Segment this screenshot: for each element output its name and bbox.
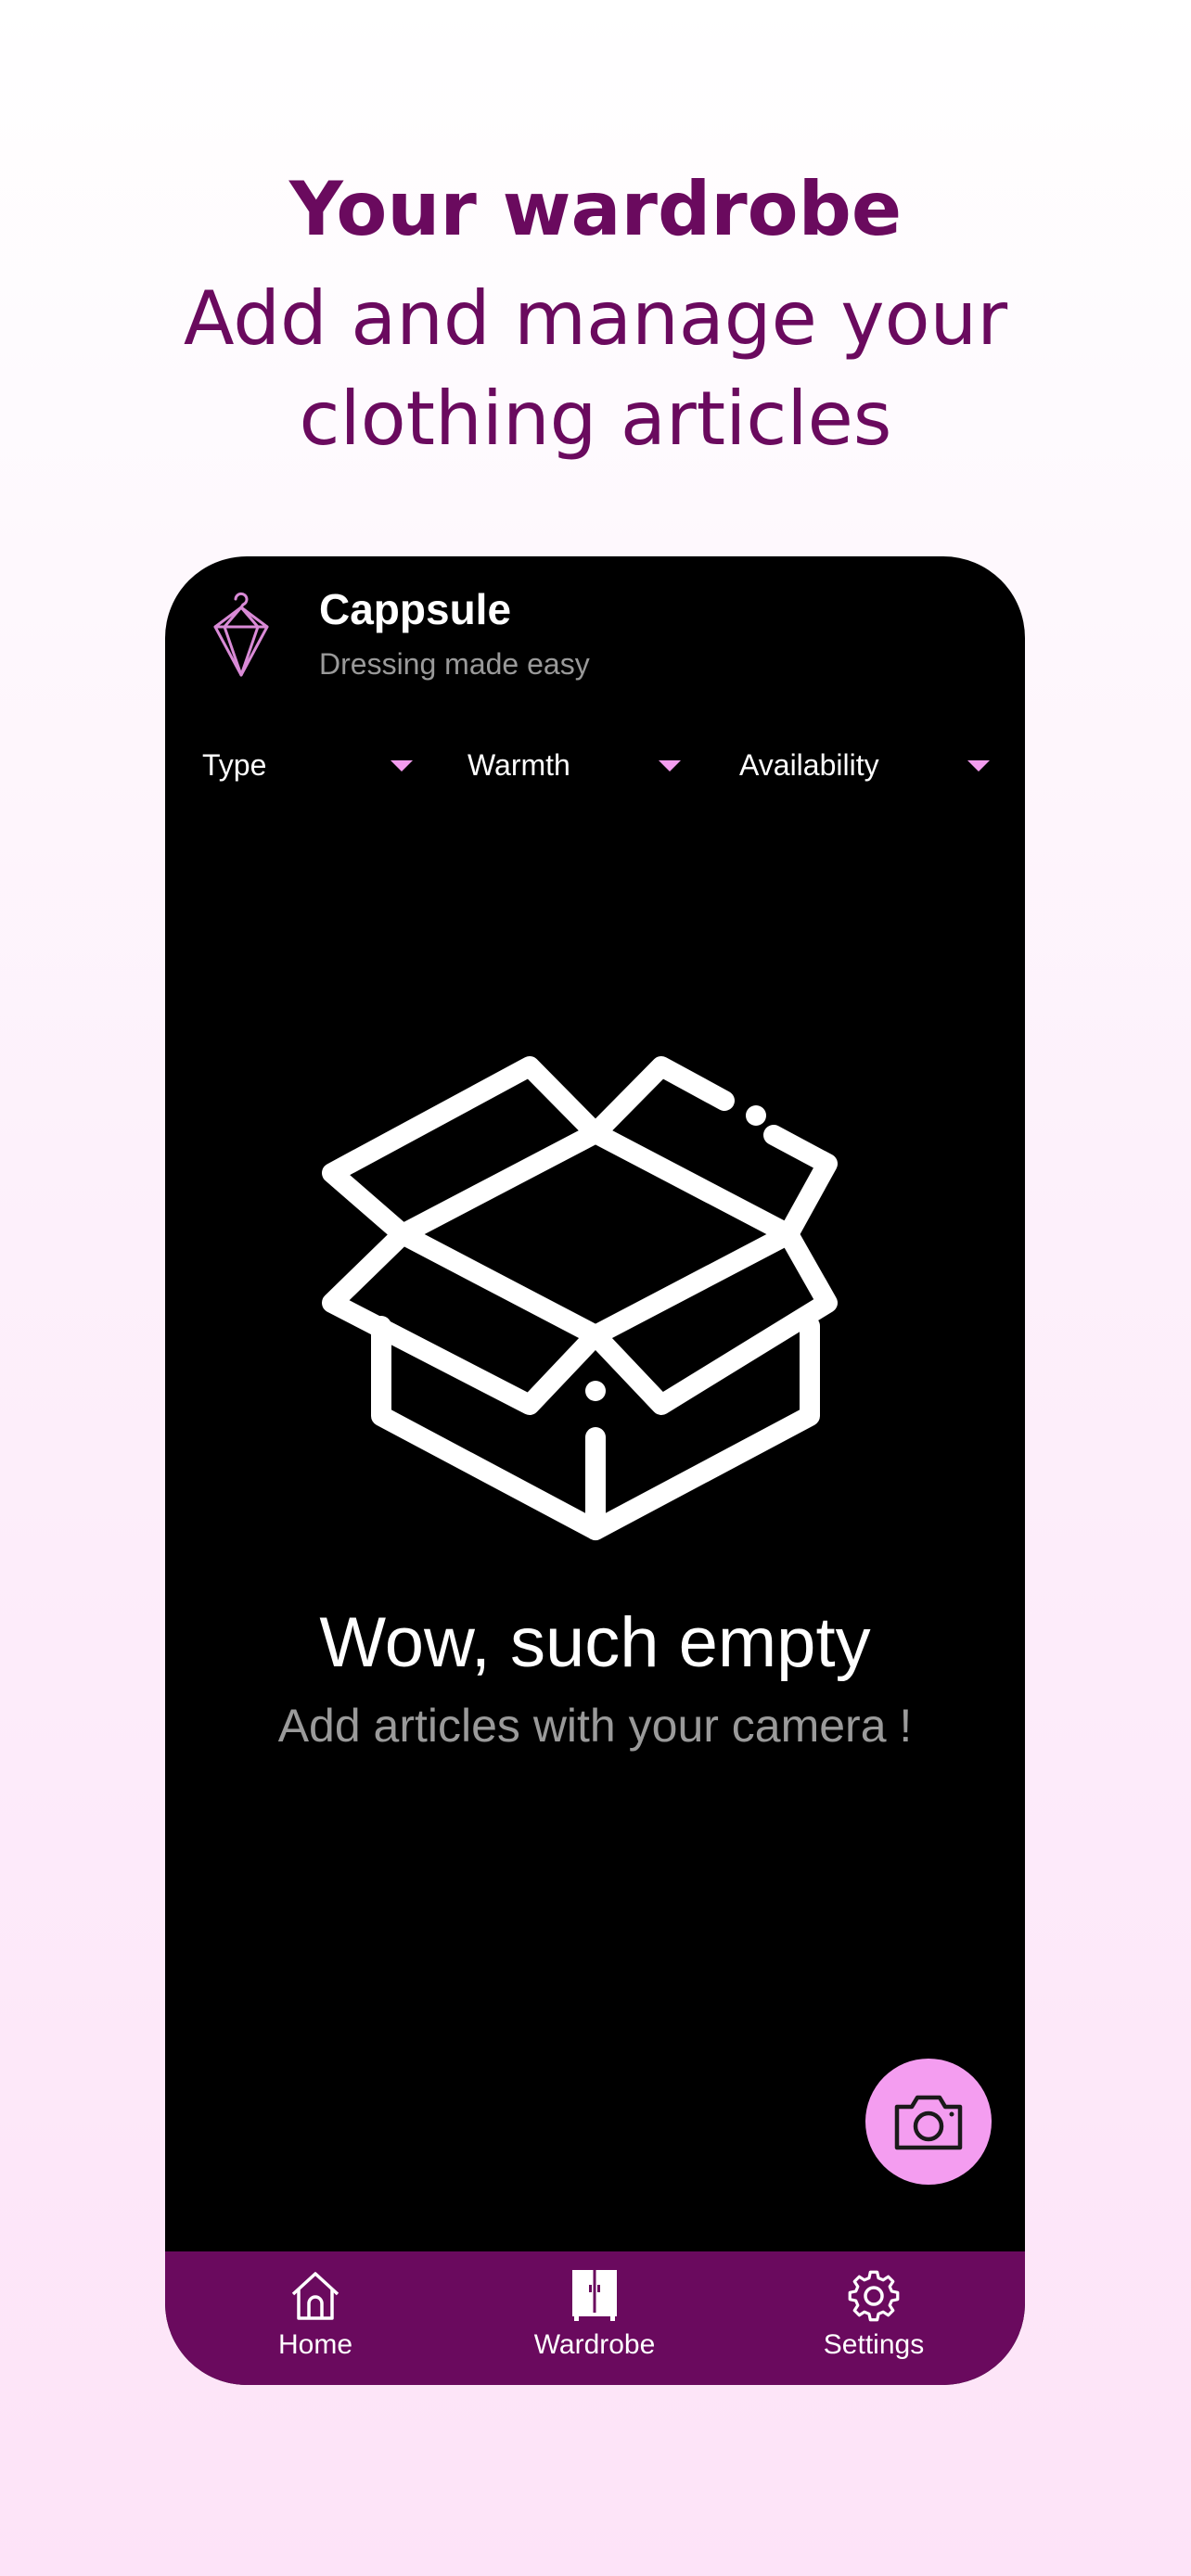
nav-label-settings: Settings — [823, 2329, 925, 2360]
filter-warmth-label: Warmth — [467, 748, 570, 782]
promo-title: Your wardrobe — [288, 166, 903, 252]
nav-item-wardrobe[interactable]: Wardrobe — [455, 2251, 734, 2385]
empty-state-hint: Add articles with your camera ! — [277, 1700, 913, 1752]
camera-fab-button[interactable] — [865, 2059, 992, 2185]
wardrobe-icon — [572, 2270, 617, 2321]
nav-item-home[interactable]: Home — [176, 2251, 455, 2385]
hanger-diamond-icon — [213, 592, 269, 677]
gear-icon — [848, 2270, 900, 2322]
filter-type-label: Type — [202, 748, 267, 782]
nav-label-wardrobe: Wardrobe — [533, 2329, 656, 2360]
camera-icon — [894, 2095, 963, 2150]
filter-availability-dropdown[interactable]: Availability — [739, 742, 990, 788]
open-box-icon — [322, 1056, 838, 1540]
filter-warmth-dropdown[interactable]: Warmth — [467, 742, 681, 788]
dropdown-caret-icon — [967, 760, 990, 772]
home-icon — [291, 2272, 339, 2320]
nav-label-home: Home — [277, 2329, 353, 2360]
phone-screen: Cappsule Dressing made easy Type Warmth … — [165, 556, 1025, 2385]
empty-state-title: Wow, such empty — [319, 1603, 871, 1682]
app-tagline: Dressing made easy — [319, 647, 590, 681]
filter-availability-label: Availability — [739, 748, 879, 782]
promo-subtitle: Add and manage your clothing articles — [183, 275, 1008, 462]
dropdown-caret-icon — [659, 760, 681, 772]
nav-item-settings[interactable]: Settings — [735, 2251, 1013, 2385]
dropdown-caret-icon — [391, 760, 413, 772]
filter-type-dropdown[interactable]: Type — [202, 742, 413, 788]
bottom-navigation: Home Wardrobe Settings — [165, 2251, 1025, 2385]
app-name: Cappsule — [319, 585, 512, 633]
